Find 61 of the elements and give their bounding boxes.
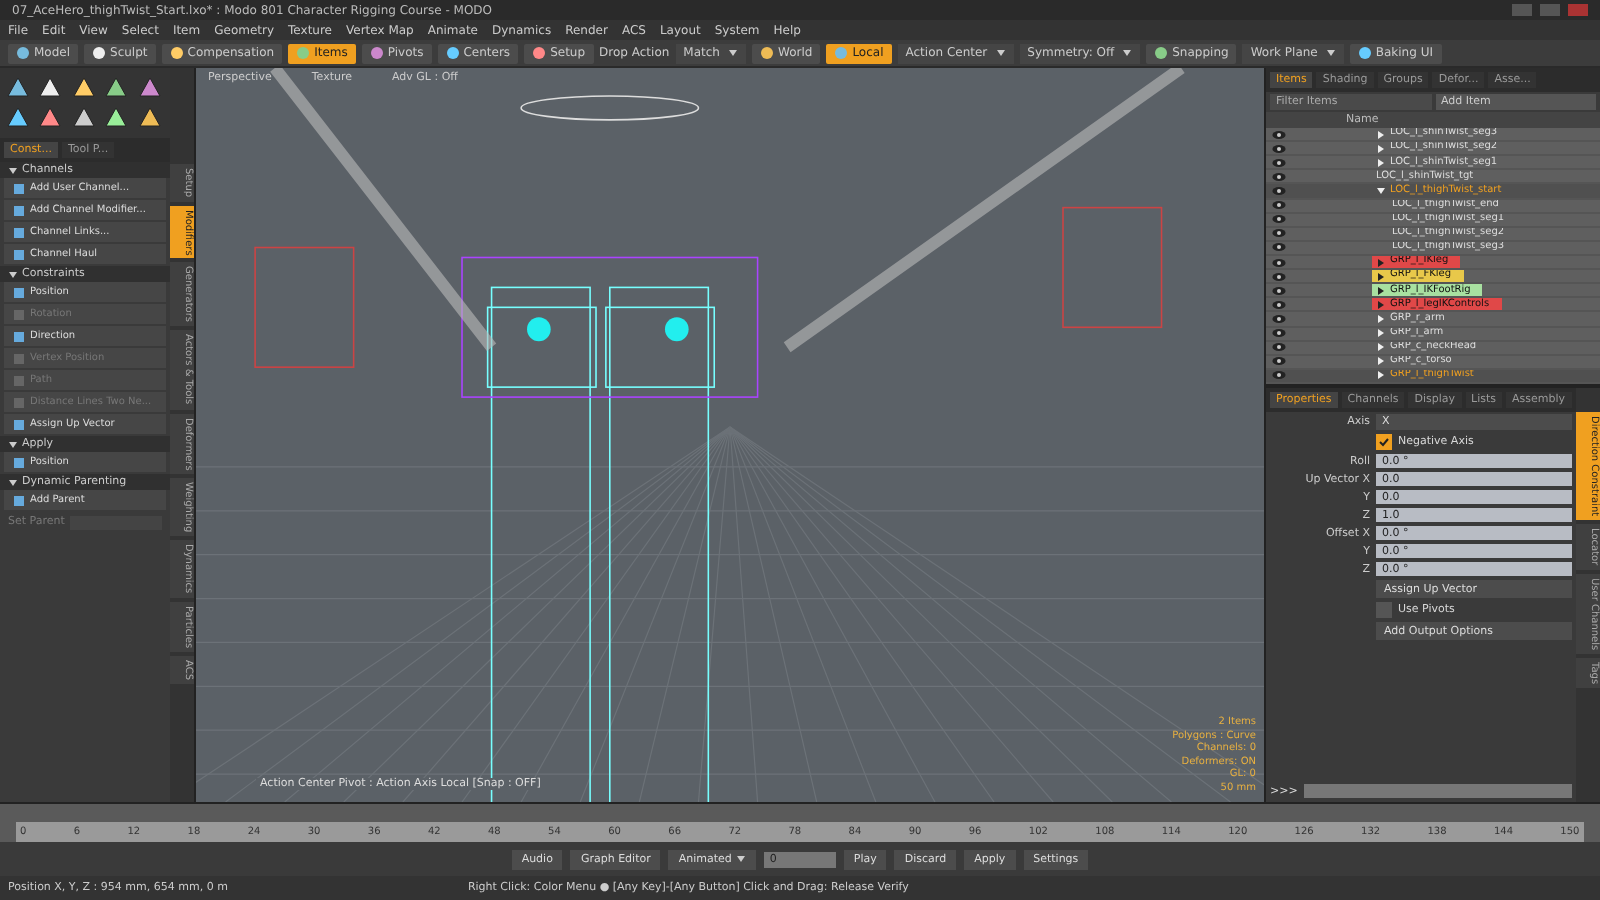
caret-down-icon[interactable]	[1122, 48, 1133, 58]
tool-icon	[12, 455, 26, 469]
tool-icon[interactable]	[104, 106, 129, 130]
checkbox[interactable]	[1376, 602, 1392, 618]
eye-icon[interactable]	[1272, 313, 1286, 324]
tool-icon[interactable]	[71, 76, 96, 100]
eye-icon[interactable]	[1272, 271, 1286, 282]
tool-icon[interactable]	[71, 106, 96, 130]
caret-right-icon[interactable]	[1376, 328, 1386, 339]
eye-icon[interactable]	[1272, 157, 1286, 168]
tool-icon[interactable]	[104, 76, 129, 100]
caret-right-icon[interactable]	[1376, 342, 1386, 353]
caret-down-icon[interactable]	[995, 48, 1006, 58]
tool-icon	[1154, 46, 1169, 60]
caret-down-icon[interactable]	[1376, 185, 1386, 196]
tool-icon	[532, 46, 547, 60]
caret-right-icon[interactable]	[1376, 157, 1386, 168]
tool-icon	[369, 46, 384, 60]
eye-icon[interactable]	[1272, 143, 1286, 154]
caret-right-icon[interactable]	[1376, 313, 1386, 324]
tool-icon[interactable]	[38, 76, 63, 100]
tool-icon[interactable]	[137, 76, 162, 100]
eye-icon[interactable]	[1272, 200, 1286, 211]
eye-icon[interactable]	[1272, 242, 1286, 253]
caret-right-icon[interactable]	[1376, 356, 1386, 367]
checkbox[interactable]	[1376, 434, 1392, 450]
eye-icon[interactable]	[1272, 214, 1286, 225]
tool-icon	[16, 46, 30, 60]
tool-icon	[92, 46, 107, 60]
caret-down-icon[interactable]	[727, 48, 738, 58]
tool-icon	[445, 46, 460, 60]
tool-icon[interactable]	[6, 106, 30, 130]
eye-icon[interactable]	[1272, 285, 1286, 296]
tool-icon	[296, 46, 311, 60]
caret-right-icon[interactable]	[1376, 271, 1386, 282]
eye-icon[interactable]	[1272, 257, 1286, 268]
caret-right-icon[interactable]	[1376, 129, 1386, 140]
eye-icon[interactable]	[1272, 185, 1286, 196]
tool-icon[interactable]	[38, 106, 63, 130]
eye-icon[interactable]	[1272, 328, 1286, 339]
command-field[interactable]	[1303, 784, 1572, 798]
tool-icon	[759, 46, 774, 60]
caret-down-icon[interactable]	[735, 854, 746, 864]
eye-icon[interactable]	[1272, 356, 1286, 367]
tool-icon	[169, 46, 184, 60]
tool-icon[interactable]	[6, 76, 30, 100]
tool-icon[interactable]	[137, 106, 162, 130]
eye-icon[interactable]	[1272, 228, 1286, 239]
caret-right-icon[interactable]	[1376, 143, 1386, 154]
eye-icon[interactable]	[1272, 342, 1286, 353]
eye-icon[interactable]	[1272, 171, 1286, 182]
eye-icon[interactable]	[1272, 370, 1286, 381]
caret-right-icon[interactable]	[1376, 285, 1386, 296]
eye-icon[interactable]	[1272, 129, 1286, 140]
tool-icon	[1357, 46, 1372, 60]
tool-icon	[834, 46, 849, 60]
eye-icon[interactable]	[1272, 299, 1286, 310]
tool-icon	[12, 493, 26, 507]
caret-right-icon[interactable]	[1376, 370, 1386, 381]
caret-down-icon[interactable]	[1325, 48, 1336, 58]
checkmark-icon	[1378, 436, 1390, 448]
